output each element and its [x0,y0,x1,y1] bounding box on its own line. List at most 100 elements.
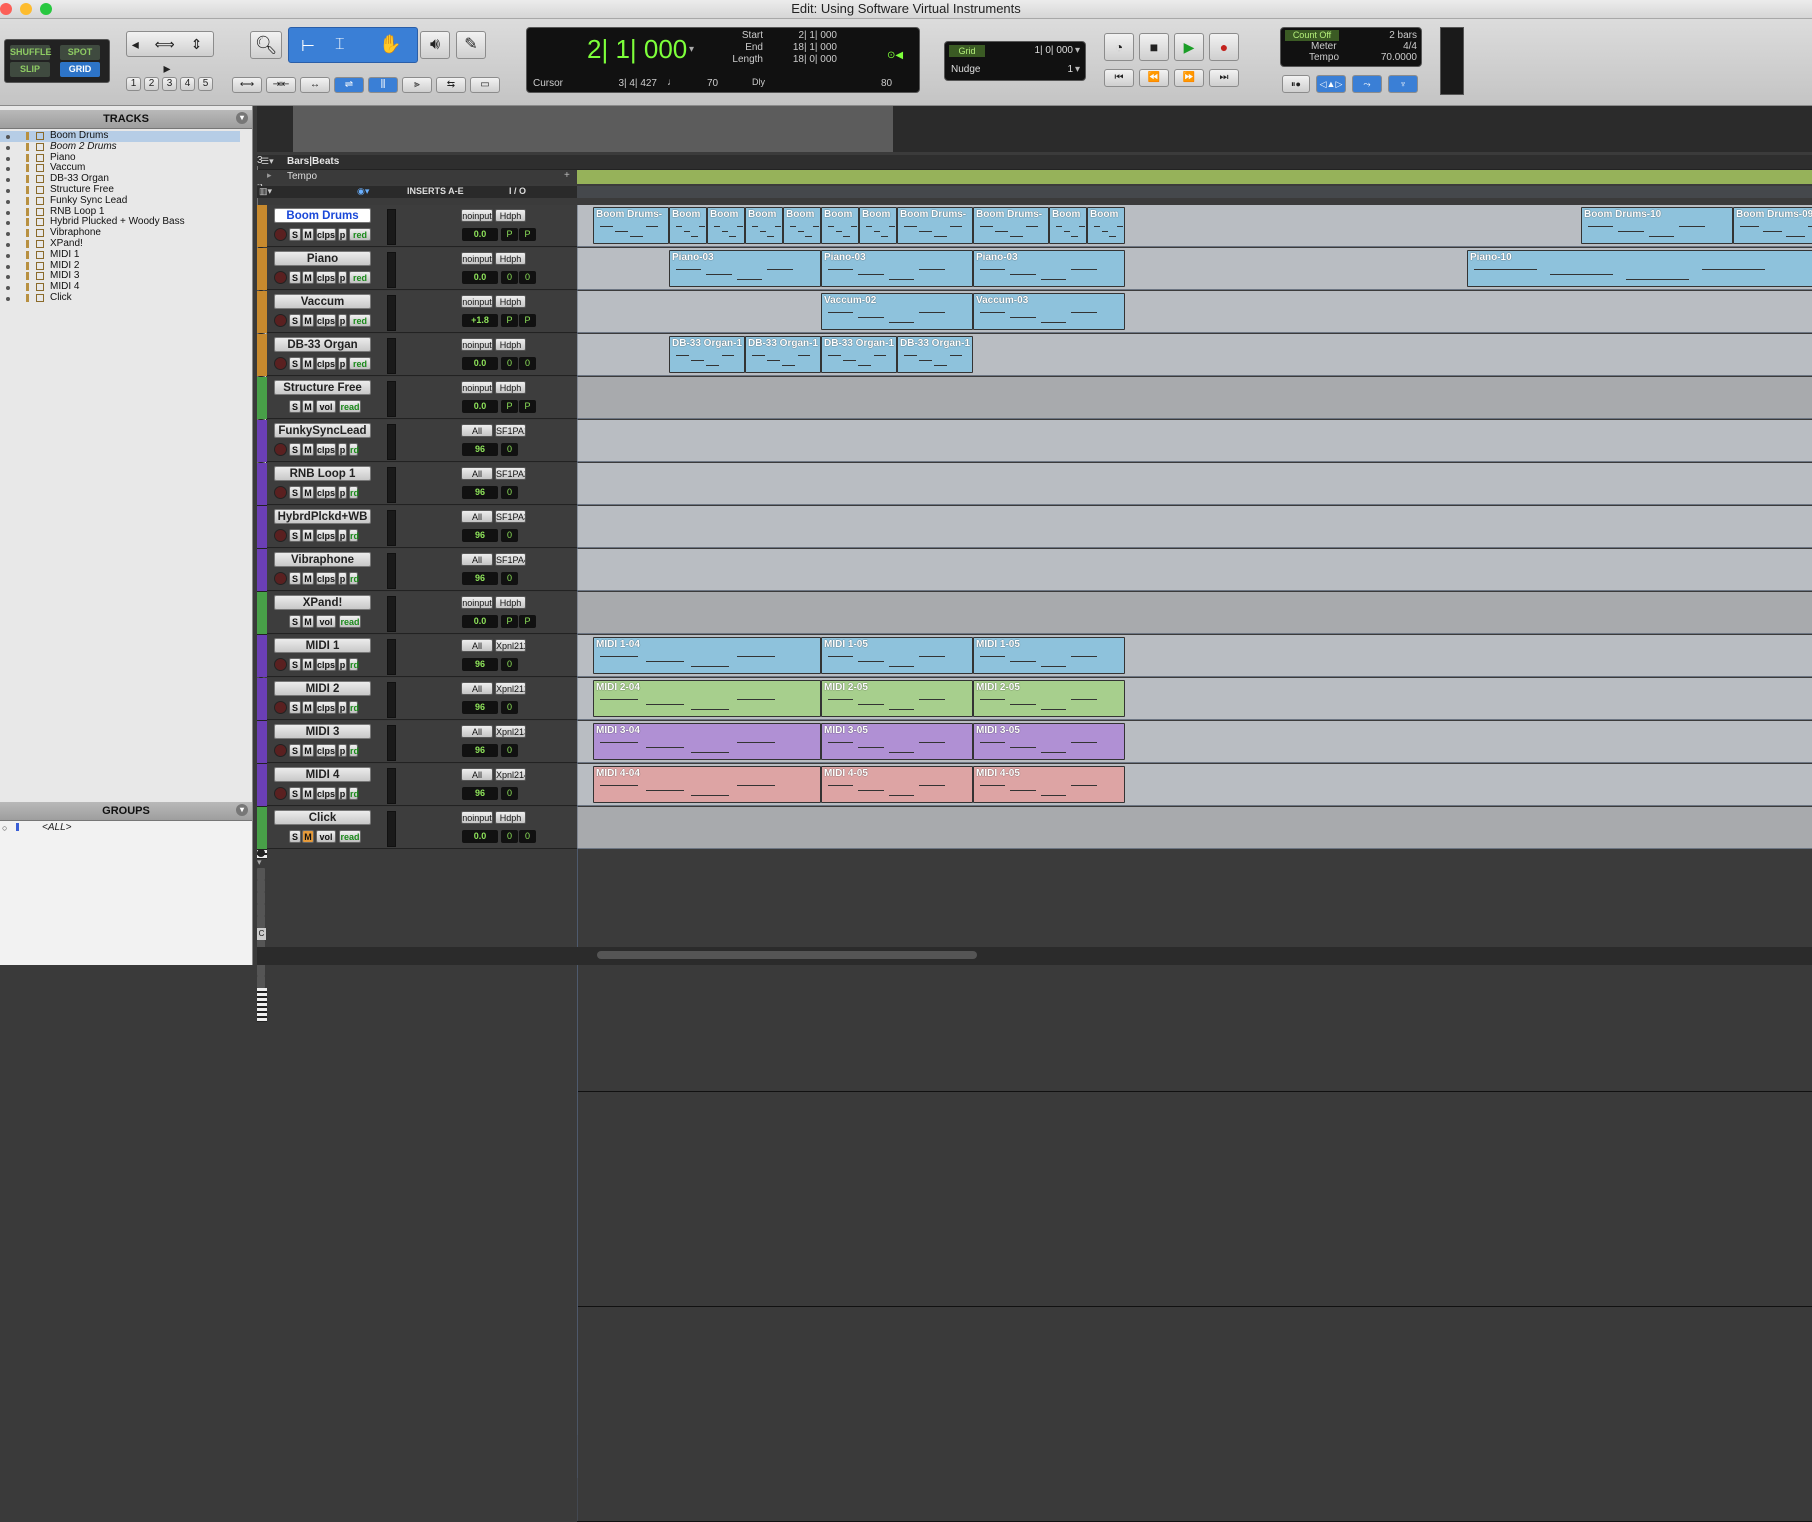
track-lane[interactable]: Vaccum-02 Vaccum-03 [577,291,1812,1005]
record-enable-button[interactable] [274,228,287,241]
track-list-item[interactable]: Click [0,292,240,304]
track-visibility-icon[interactable] [6,264,10,269]
automation-mode-button[interactable]: red [349,314,371,327]
volume-value[interactable]: 96 [462,744,498,757]
track-lane[interactable]: Piano-03 Piano-03 Piano-03 Piano-10 [577,248,1812,962]
automation-mode-button[interactable]: rd [349,529,359,542]
volume-value[interactable]: +1.8 [462,314,498,327]
edit-option-icon[interactable]: ⇌ [334,77,364,93]
input-selector[interactable]: noinput [461,295,493,308]
input-selector[interactable]: noinput [461,252,493,265]
midi-merge-button[interactable]: ⤳ [1352,75,1382,93]
track-options-icon[interactable]: ▥▾ [259,186,272,197]
record-enable-button[interactable] [274,443,287,456]
clip[interactable]: Piano-10 [1467,250,1812,287]
tempo-ruler-lane[interactable] [577,170,1812,184]
solo-button[interactable]: S [289,529,301,542]
zoom-preset-1[interactable]: 1 [126,77,141,91]
record-enable-button[interactable] [274,701,287,714]
track-name[interactable]: HybrdPlckd+WB [274,509,371,524]
pan-left-value[interactable]: 0 [501,572,518,585]
volume-automation-line[interactable] [577,1091,1812,1092]
track-list-item[interactable]: MIDI 4 [0,281,240,293]
selector-tool-icon[interactable]: ⌶ [335,36,345,54]
solo-button[interactable]: S [289,486,301,499]
online-button[interactable]: ◔ [1104,33,1134,61]
solo-button[interactable]: S [289,357,301,370]
track-lane[interactable] [577,377,1812,1092]
playlist-button[interactable]: p [338,271,347,284]
trim-tool-icon[interactable]: ⊢ [301,36,315,56]
mute-button[interactable]: M [302,443,314,456]
output-selector[interactable]: SF1PA4 [495,553,526,566]
input-selector[interactable]: noinput [461,596,493,609]
track-name[interactable]: Vaccum [274,294,371,309]
track-view-selector[interactable]: clps [316,658,336,671]
automation-mode-button[interactable]: rd [349,572,359,585]
pan-left-value[interactable]: 0 [501,486,518,499]
volume-value[interactable]: 96 [462,486,498,499]
volume-value[interactable]: 96 [462,701,498,714]
mute-button[interactable]: M [302,658,314,671]
groups-menu-icon[interactable]: ▾ [236,804,248,816]
track-name[interactable]: MIDI 2 [274,681,371,696]
track-lane[interactable]: Boom Drums- Boom Boom Boom Boom Boom Boom Boom … [577,205,1812,919]
track-list-item[interactable]: Vibraphone [0,227,240,239]
track-name[interactable]: MIDI 3 [274,724,371,739]
track-visibility-icon[interactable] [6,221,10,226]
track-view-selector[interactable]: clps [316,228,336,241]
zoom-preset-4[interactable]: 4 [180,77,195,91]
scrubber-tool-button[interactable]: 🔊︎ [420,31,450,59]
tracks-menu-icon[interactable]: ▾ [236,112,248,124]
pan-left-value[interactable]: 0 [501,830,518,843]
record-enable-button[interactable] [274,486,287,499]
edit-option-icon[interactable]: ⫼ [368,77,398,93]
pan-left-value[interactable]: 0 [501,271,518,284]
track-lane[interactable]: DB-33 Organ-1 DB-33 Organ-1 DB-33 Organ-1 D… [577,334,1812,1048]
track-list-item[interactable]: Funky Sync Lead [0,195,240,207]
input-selector[interactable]: noinput [461,381,493,394]
edit-option-icon[interactable]: ⟷ [232,77,262,93]
groups-panel-header[interactable]: GROUPS ▾ [0,802,252,821]
track-name-dropdown-icon[interactable]: ▾ [257,857,577,868]
output-selector[interactable]: Hdph [495,596,526,609]
send-slot[interactable] [257,976,265,988]
pan-right-value[interactable]: P [519,314,536,327]
clip[interactable]: Boom Drums- [593,207,669,244]
playlist-button[interactable]: p [338,787,347,800]
track-collapse-icon[interactable] [257,849,265,857]
output-selector[interactable]: Xpnl213 [495,725,526,738]
mute-button[interactable]: M [302,357,314,370]
pan-left-value[interactable]: 0 [501,357,518,370]
solo-button[interactable]: S [289,572,301,585]
mute-button[interactable]: M [302,400,314,413]
mute-button[interactable]: M [302,701,314,714]
solo-button[interactable]: S [289,271,301,284]
clip[interactable]: MIDI 1-04 [593,637,821,674]
track-lane[interactable]: MIDI 1-04 MIDI 1-05 MIDI 1-05 [577,635,1812,1349]
nudge-label[interactable]: Nudge [951,64,980,75]
clip[interactable]: DB-33 Organ-1 [669,336,745,373]
solo-button[interactable]: S [289,787,301,800]
playlist-button[interactable]: p [338,443,347,456]
pan-left-value[interactable]: 0 [501,744,518,757]
track-visibility-icon[interactable] [6,167,10,172]
pan-left-value[interactable]: 0 [501,701,518,714]
input-selector[interactable]: All [461,682,493,695]
mute-button[interactable]: M [302,572,314,585]
track-list-item[interactable]: MIDI 3 [0,270,240,282]
solo-button[interactable]: S [289,615,301,628]
mute-button[interactable]: M [302,744,314,757]
track-visibility-icon[interactable] [6,242,10,247]
mute-button[interactable]: M [302,271,314,284]
volume-value[interactable]: 96 [462,572,498,585]
clip[interactable]: MIDI 2-05 [973,680,1125,717]
solo-button[interactable]: S [289,443,301,456]
track-list-item[interactable]: Piano [0,152,240,164]
input-selector[interactable]: All [461,725,493,738]
playlist-button[interactable]: p [338,658,347,671]
track-visibility-icon[interactable] [6,232,10,237]
output-selector[interactable]: SF1PA2 [495,467,526,480]
volume-value[interactable]: 96 [462,658,498,671]
volume-value[interactable]: 96 [462,787,498,800]
